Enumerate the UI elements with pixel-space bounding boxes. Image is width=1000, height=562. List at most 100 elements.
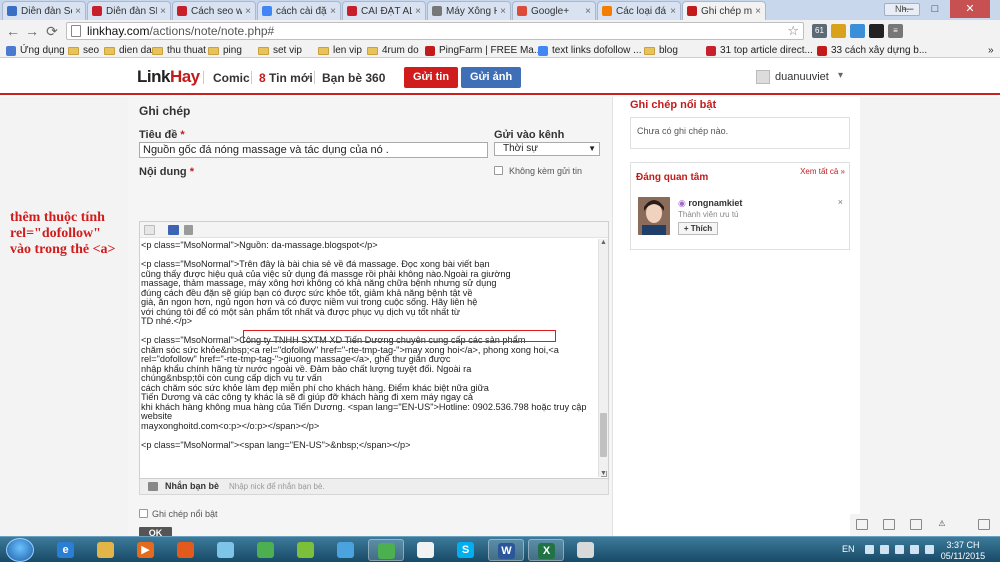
maximize-button[interactable]: □ xyxy=(922,0,948,18)
dismiss-icon[interactable]: × xyxy=(838,197,843,207)
bookmark-item[interactable]: 33 cách xây dựng b... xyxy=(817,44,927,57)
panel-toggle-icon[interactable] xyxy=(978,519,990,530)
taskbar-paint-button[interactable] xyxy=(568,539,604,561)
view-all-link[interactable]: Xem tất cả » xyxy=(800,167,845,176)
scroll-thumb[interactable] xyxy=(600,413,607,457)
word-paste-icon[interactable] xyxy=(168,225,179,235)
content-editor[interactable]: <p class="MsoNormal">Nguồn: da-massage.b… xyxy=(139,221,609,479)
bookmark-item[interactable]: blog xyxy=(644,44,678,57)
tray-flag-icon[interactable] xyxy=(880,545,889,554)
clock-date[interactable]: 05/11/2015 xyxy=(937,551,989,561)
bookmark-item[interactable]: ping xyxy=(208,44,242,57)
browser-tab[interactable]: Ghi chép mới× xyxy=(682,1,766,20)
forward-icon[interactable]: → xyxy=(23,23,41,39)
user-menu-caret-icon[interactable]: ▾ xyxy=(838,70,843,81)
title-input[interactable]: Nguồn gốc đá nóng massage và tác dụng củ… xyxy=(139,142,488,158)
taskbar-coccoc-button[interactable] xyxy=(288,539,324,561)
display-icon[interactable] xyxy=(910,519,922,530)
bookmark-item[interactable]: PingFarm | FREE Ma... xyxy=(425,44,542,57)
browser-tab[interactable]: Diễn đàn SEO× xyxy=(87,1,171,20)
browser-tab[interactable]: Cách seo web× xyxy=(172,1,256,20)
taskbar-app-grid-button[interactable] xyxy=(328,539,364,561)
taskbar-internet-explorer-button[interactable]: e xyxy=(48,539,84,561)
tray-power-icon[interactable] xyxy=(925,545,934,554)
clock-time[interactable]: 3:37 CH xyxy=(943,540,983,550)
taskbar-chrome-active-button[interactable] xyxy=(368,539,404,561)
extension-icon[interactable] xyxy=(869,24,884,38)
bookmark-item[interactable]: 4rum do xyxy=(367,44,419,57)
nav-friends-link[interactable]: Bạn bè 360 xyxy=(322,71,385,85)
post-photo-button[interactable]: Gửi ảnh xyxy=(461,67,522,88)
no-attach-checkbox[interactable] xyxy=(494,166,503,175)
trash-icon[interactable] xyxy=(184,225,193,235)
extension-icon[interactable] xyxy=(850,24,865,38)
tab-close-icon[interactable]: × xyxy=(500,6,506,17)
bookmark-item[interactable]: set vip xyxy=(258,44,302,57)
person-name-link[interactable]: ◉ rongnamkiet xyxy=(678,198,742,209)
chat-icon[interactable] xyxy=(883,519,895,530)
channel-select[interactable]: Thời sự ▼ xyxy=(494,142,600,156)
bookmark-star-icon[interactable]: ☆ xyxy=(787,23,799,39)
tab-close-icon[interactable]: × xyxy=(75,6,81,17)
tray-network-icon[interactable] xyxy=(895,545,904,554)
nav-comic-link[interactable]: Comic xyxy=(213,71,250,85)
window-close-button[interactable]: ✕ xyxy=(950,0,990,18)
taskbar-chrome-button[interactable] xyxy=(248,539,284,561)
browser-tab[interactable]: Các loại đá dù× xyxy=(597,1,681,20)
nav-news-link[interactable]: 8 Tin mới xyxy=(259,71,313,85)
tab-close-icon[interactable]: × xyxy=(415,6,421,17)
taskbar-skype-button[interactable]: S xyxy=(448,539,484,561)
tab-close-icon[interactable]: × xyxy=(755,6,761,17)
taskbar-photo-tool-button[interactable] xyxy=(208,539,244,561)
tag-friends-row[interactable]: Nhắn bạn bè Nhập nick để nhắn bạn bè. xyxy=(139,479,609,495)
browser-tab[interactable]: cách cài đặt a× xyxy=(257,1,341,20)
back-icon[interactable]: ← xyxy=(4,23,22,39)
scroll-up-icon[interactable]: ▲ xyxy=(600,239,607,246)
taskbar-search-tool-button[interactable] xyxy=(408,539,444,561)
extension-icon[interactable]: ≡ xyxy=(888,24,903,38)
ok-button[interactable]: OK xyxy=(139,527,172,536)
editor-scrollbar[interactable]: ▲ ▼ xyxy=(598,239,608,477)
warning-icon[interactable]: ⚠ xyxy=(936,519,948,530)
tray-volume-icon[interactable] xyxy=(910,545,919,554)
tab-close-icon[interactable]: × xyxy=(330,6,336,17)
bookmark-item[interactable]: dien dan xyxy=(104,44,157,57)
bookmark-item[interactable]: text links dofollow ... xyxy=(538,44,641,57)
extension-icon[interactable] xyxy=(831,24,846,38)
address-bar[interactable]: linkhay.com/actions/note/note.php# ☆ xyxy=(66,22,804,40)
user-name-link[interactable]: duanuuviet xyxy=(775,71,829,83)
browser-tab[interactable]: Máy Xông Hơ× xyxy=(427,1,511,20)
friends-icon[interactable] xyxy=(856,519,868,530)
tab-close-icon[interactable]: × xyxy=(160,6,166,17)
tray-up-icon[interactable] xyxy=(865,545,874,554)
site-logo[interactable]: LinkHay xyxy=(137,67,200,87)
bookmarks-overflow-button[interactable]: » xyxy=(988,44,994,57)
bookmark-item[interactable]: seo xyxy=(68,44,99,57)
reload-icon[interactable]: ⟳ xyxy=(43,23,61,39)
browser-tab[interactable]: CÀI ĐẶT ALEX× xyxy=(342,1,426,20)
user-avatar[interactable] xyxy=(756,70,770,84)
browser-tab[interactable]: Google+ × xyxy=(512,1,596,20)
tab-close-icon[interactable]: × xyxy=(670,6,676,17)
person-avatar[interactable] xyxy=(638,197,670,235)
bookmark-item[interactable]: thu thuat xyxy=(152,44,206,57)
taskbar-file-explorer-button[interactable] xyxy=(88,539,124,561)
editor-source-text[interactable]: <p class="MsoNormal">Nguồn: da-massage.b… xyxy=(140,240,596,478)
tab-close-icon[interactable]: × xyxy=(245,6,251,17)
tab-close-icon[interactable]: × xyxy=(585,6,591,17)
language-indicator[interactable]: EN xyxy=(842,544,855,554)
minimize-button[interactable]: — xyxy=(895,0,921,18)
taskbar-excel-button[interactable]: X xyxy=(528,539,564,561)
featured-checkbox[interactable] xyxy=(139,509,148,518)
resize-handle[interactable] xyxy=(601,471,607,477)
taskbar-firefox-button[interactable] xyxy=(168,539,204,561)
like-button[interactable]: + Thích xyxy=(678,222,718,235)
bookmark-item[interactable]: len vip xyxy=(318,44,362,57)
bookmark-item[interactable]: 31 top article direct... xyxy=(706,44,813,57)
taskbar-media-player-button[interactable]: ▶ xyxy=(128,539,164,561)
taskbar-word-button[interactable]: W xyxy=(488,539,524,561)
post-news-button[interactable]: Gửi tin xyxy=(404,67,459,88)
start-button[interactable] xyxy=(6,538,34,562)
extension-icon[interactable]: 61 xyxy=(812,24,827,38)
browser-tab[interactable]: Diễn đàn Seo× xyxy=(2,1,86,20)
